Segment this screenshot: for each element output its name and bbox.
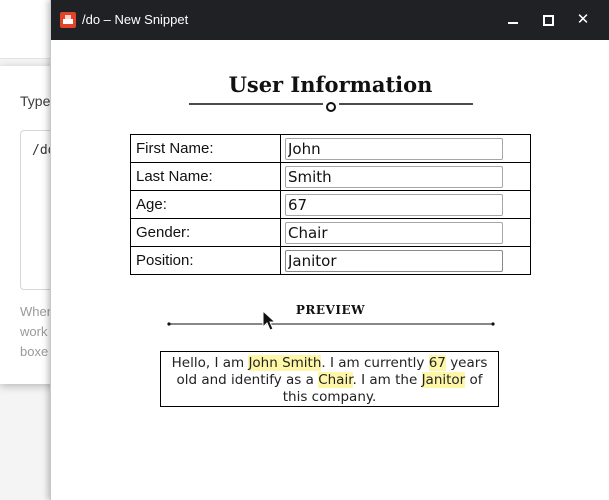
- position-label: Position:: [130, 246, 281, 275]
- snippet-window: /do – New Snippet ✕ User Information Fir…: [50, 0, 609, 500]
- mouse-pointer-icon: [262, 310, 276, 331]
- preview-text: . I am currently: [321, 355, 429, 371]
- position-input[interactable]: [285, 249, 503, 272]
- preview-age: 67: [428, 355, 446, 371]
- preview-box: Hello, I am John Smith. I am currently 6…: [160, 351, 499, 407]
- snippet-app-icon: [60, 12, 76, 28]
- background-help-line: boxe: [20, 344, 49, 359]
- background-card-title: Type: [20, 93, 51, 109]
- heading-ornament-icon: [189, 102, 473, 112]
- table-row: Position:: [130, 246, 531, 275]
- gender-input[interactable]: [285, 221, 503, 244]
- preview-position: Janitor: [421, 372, 466, 388]
- preview-text: . I am the: [352, 372, 422, 388]
- age-input[interactable]: [285, 193, 503, 216]
- close-button[interactable]: ✕: [571, 8, 595, 32]
- table-row: First Name:: [130, 134, 531, 163]
- window-titlebar[interactable]: /do – New Snippet ✕: [51, 0, 609, 40]
- preview-label: PREVIEW: [295, 303, 366, 317]
- minimize-icon: [508, 22, 518, 24]
- table-row: Last Name:: [130, 162, 531, 191]
- background-help-line: Wher: [20, 304, 52, 319]
- table-row: Age:: [130, 190, 531, 219]
- maximize-icon: [543, 15, 554, 26]
- gender-label: Gender:: [130, 218, 281, 247]
- first-name-label: First Name:: [130, 134, 281, 163]
- maximize-button[interactable]: [536, 8, 560, 32]
- user-info-table: First Name: Last Name: Age: Gender: Posi…: [130, 134, 531, 275]
- close-icon: ✕: [576, 11, 590, 28]
- age-label: Age:: [130, 190, 281, 219]
- snippet-content: User Information First Name: Last Name: …: [51, 40, 609, 500]
- table-row: Gender:: [130, 218, 531, 247]
- background-help-text: Wher work boxe: [20, 302, 51, 362]
- last-name-input[interactable]: [285, 165, 503, 188]
- preview-name: John Smith: [248, 355, 322, 371]
- preview-gender: Chair: [318, 372, 353, 388]
- minimize-button[interactable]: [501, 8, 525, 32]
- preview-divider-icon: [167, 322, 495, 326]
- first-name-input[interactable]: [285, 137, 503, 160]
- window-title: /do – New Snippet: [82, 12, 189, 27]
- form-heading: User Information: [228, 72, 433, 97]
- background-help-line: work: [20, 324, 48, 339]
- preview-text: Hello, I am: [171, 355, 249, 371]
- last-name-label: Last Name:: [130, 162, 281, 191]
